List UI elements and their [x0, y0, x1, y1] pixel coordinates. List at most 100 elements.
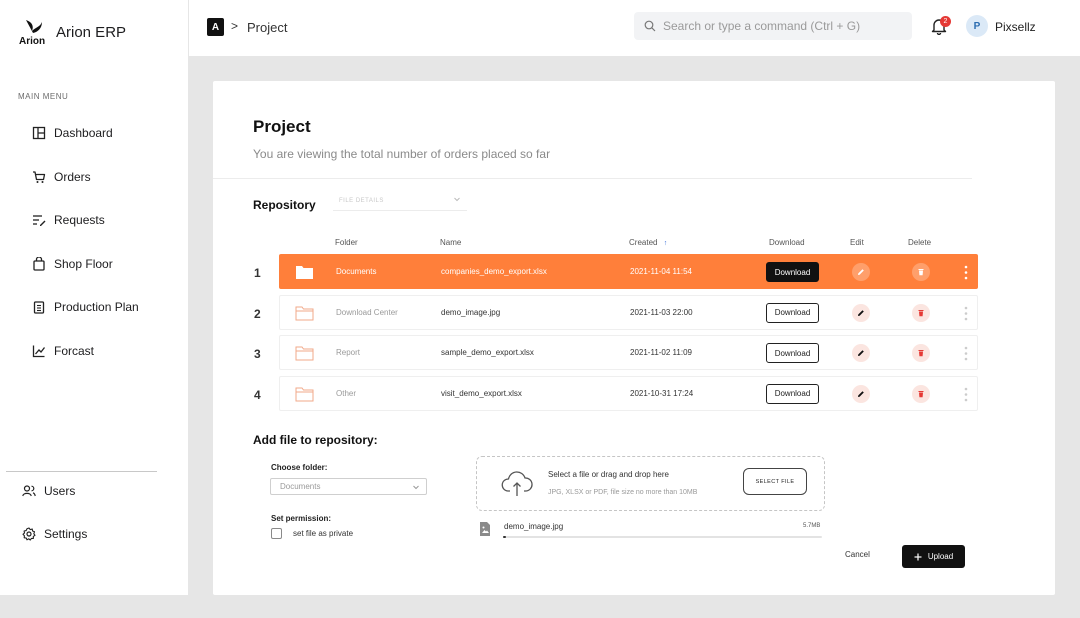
sidebar-item-shop-floor[interactable]: Shop Floor	[32, 253, 139, 275]
sidebar-item-label: Requests	[54, 213, 105, 227]
pencil-icon	[858, 269, 864, 275]
table-row[interactable]: 4 Other visit_demo_export.xlsx 2021-10-3…	[254, 375, 978, 411]
sidebar-item-dashboard[interactable]: Dashboard	[32, 122, 139, 144]
row-file-name: sample_demo_export.xlsx	[441, 348, 534, 357]
private-checkbox-label[interactable]: set file as private	[293, 529, 353, 538]
dropzone-title: Select a file or drag and drop here	[548, 470, 669, 479]
select-file-button[interactable]: SELECT FILE	[743, 468, 807, 495]
more-vertical-icon[interactable]	[964, 265, 968, 280]
bottom-nav: Users Settings	[22, 480, 87, 566]
trash-icon	[918, 269, 924, 276]
row-number: 4	[254, 387, 261, 402]
edit-button[interactable]	[852, 303, 870, 322]
column-header-created-label: Created	[629, 238, 658, 247]
sidebar-item-forcast[interactable]: Forcast	[32, 340, 139, 362]
set-permission-label: Set permission:	[271, 514, 332, 523]
breadcrumb-separator: >	[231, 19, 239, 33]
user-name[interactable]: Pixsellz	[995, 20, 1036, 34]
cloud-upload-icon	[501, 471, 533, 496]
row-file-name: demo_image.jpg	[441, 307, 501, 317]
search-input[interactable]	[663, 19, 893, 33]
more-vertical-icon[interactable]	[964, 306, 968, 321]
row-created: 2021-11-02 11:09	[630, 348, 692, 357]
edit-button[interactable]	[852, 384, 870, 403]
row-folder: Documents	[336, 267, 377, 276]
dashboard-icon	[32, 126, 46, 140]
upload-button[interactable]: Upload	[902, 545, 965, 568]
trash-icon	[918, 309, 924, 316]
cancel-button[interactable]: Cancel	[845, 550, 870, 559]
row-file-name: companies_demo_export.xlsx	[441, 267, 547, 276]
delete-button[interactable]	[912, 303, 930, 322]
brand[interactable]: Arion Arion ERP	[18, 18, 126, 46]
file-details-placeholder: FILE DETAILS	[339, 198, 384, 204]
table-row[interactable]: 2 Download Center demo_image.jpg 2021-11…	[254, 294, 978, 330]
more-vertical-icon[interactable]	[964, 346, 968, 361]
sidebar-item-settings[interactable]: Settings	[22, 523, 87, 545]
avatar[interactable]: P	[966, 15, 988, 37]
row-file-name: visit_demo_export.xlsx	[441, 388, 522, 398]
download-button[interactable]: Download	[766, 343, 819, 363]
private-checkbox[interactable]	[271, 528, 282, 539]
folder-select[interactable]: Documents	[270, 478, 427, 495]
sidebar-item-label: Settings	[44, 527, 88, 541]
row-created: 2021-11-03 22:00	[630, 307, 693, 317]
download-button[interactable]: Download	[766, 383, 819, 404]
folder-icon	[295, 306, 314, 320]
download-button[interactable]: Download	[766, 302, 819, 323]
upload-file-name: demo_image.jpg	[504, 522, 564, 531]
column-header-name: Name	[440, 238, 462, 247]
search-icon	[644, 20, 656, 32]
sidebar-item-users[interactable]: Users	[22, 480, 87, 502]
plus-icon	[914, 553, 922, 560]
edit-button[interactable]	[852, 263, 870, 281]
section-divider	[213, 178, 972, 179]
sidebar-item-requests[interactable]: Requests	[32, 209, 139, 231]
column-header-folder: Folder	[335, 238, 358, 247]
users-icon	[22, 485, 36, 497]
breadcrumb-title[interactable]: Project	[247, 20, 287, 35]
topbar: A > Project 2 P Pixsellz	[189, 0, 1080, 56]
upload-file-size: 5.7MB	[803, 523, 821, 529]
sidebar-item-production-plan[interactable]: Production Plan	[32, 296, 139, 318]
column-header-delete: Delete	[908, 238, 932, 247]
sidebar-item-label: Orders	[54, 169, 91, 184]
add-file-title: Add file to repository:	[253, 433, 378, 447]
column-header-download: Download	[769, 238, 805, 247]
file-details-select[interactable]: FILE DETAILS	[333, 192, 467, 211]
chevron-down-icon	[413, 485, 419, 490]
sidebar: Arion Arion ERP MAIN MENU Dashboard Orde…	[0, 0, 188, 595]
table-row[interactable]: 1 Documents companies_demo_export.xlsx 2…	[254, 254, 978, 289]
trash-icon	[918, 390, 924, 397]
sidebar-item-label: Dashboard	[54, 126, 113, 140]
image-file-icon	[480, 522, 490, 536]
more-vertical-icon[interactable]	[964, 387, 968, 402]
page-subtitle: You are viewing the total number of orde…	[253, 147, 551, 161]
edit-button[interactable]	[852, 344, 870, 362]
pencil-icon	[858, 309, 864, 316]
notification-badge: 2	[940, 16, 951, 27]
delete-button[interactable]	[912, 263, 930, 281]
file-dropzone[interactable]: Select a file or drag and drop here JPG,…	[476, 456, 825, 511]
sidebar-item-orders[interactable]: Orders	[32, 166, 139, 188]
search-bar	[634, 12, 912, 40]
row-folder: Download Center	[336, 307, 398, 317]
shop-floor-icon	[33, 256, 45, 271]
main-nav: Dashboard Orders Requests Shop Floor Pro…	[32, 122, 139, 383]
main-menu-label: MAIN MENU	[18, 92, 69, 101]
delete-button[interactable]	[912, 344, 930, 362]
download-button[interactable]: Download	[766, 262, 819, 282]
upload-progress-fill	[503, 536, 507, 538]
folder-icon	[295, 387, 314, 401]
pencil-icon	[858, 350, 864, 356]
row-folder: Other	[336, 388, 357, 398]
breadcrumb-badge[interactable]: A	[207, 18, 224, 36]
table-row[interactable]: 3 Report sample_demo_export.xlsx 2021-11…	[254, 335, 978, 370]
row-folder: Report	[336, 348, 361, 357]
column-header-created[interactable]: Created ↑	[629, 238, 667, 247]
row-number: 2	[254, 306, 261, 321]
chevron-down-icon	[454, 197, 460, 202]
delete-button[interactable]	[912, 384, 930, 403]
repository-title: Repository	[253, 198, 316, 212]
cart-icon	[33, 170, 46, 183]
